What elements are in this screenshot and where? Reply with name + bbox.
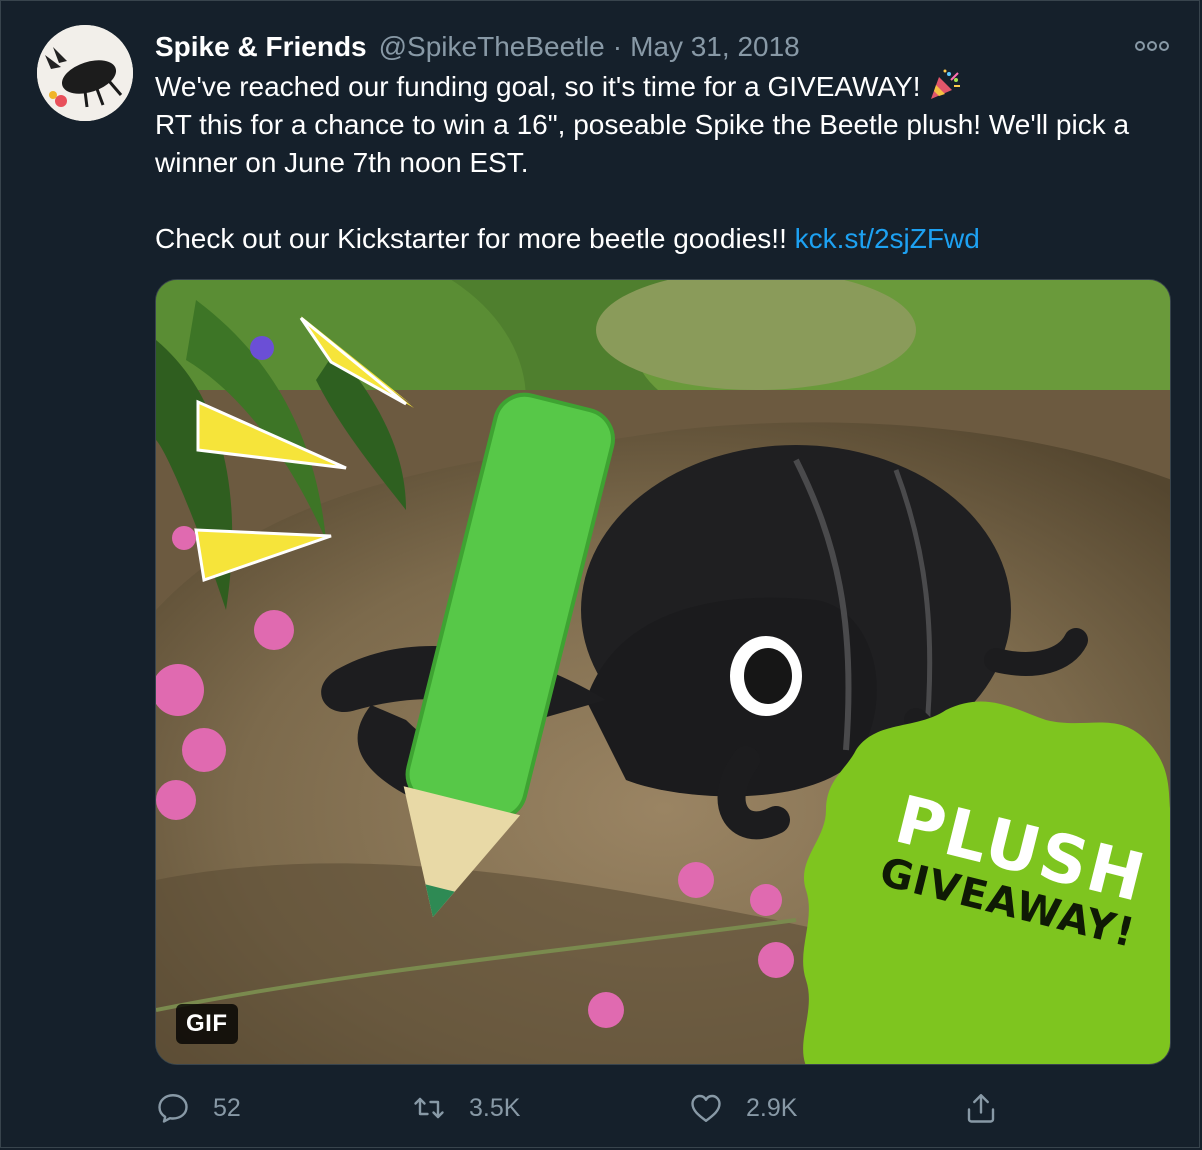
retweet-button[interactable]: 3.5K (411, 1086, 520, 1130)
tweet-text-line2: RT this for a chance to win a 16", posea… (155, 109, 1130, 178)
kickstarter-link[interactable]: kck.st/2sjZFwd (795, 223, 980, 254)
reply-count: 52 (213, 1093, 241, 1122)
tweet-text: We've reached our funding goal, so it's … (155, 68, 1155, 258)
user-handle[interactable]: @SpikeTheBeetle (379, 31, 605, 63)
tweet-date[interactable]: May 31, 2018 (630, 31, 800, 63)
share-icon (967, 1094, 995, 1123)
like-button[interactable]: 2.9K (688, 1086, 797, 1130)
tweet-text-line3: Check out our Kickstarter for more beetl… (155, 223, 787, 254)
heart-icon (691, 1094, 721, 1122)
media-gif[interactable]: PLUSH GIVEAWAY! GIF (155, 279, 1171, 1065)
more-dots-icon (1135, 41, 1169, 51)
like-count: 2.9K (746, 1093, 798, 1122)
reply-button[interactable]: 52 (155, 1086, 241, 1130)
retweet-icon (414, 1097, 444, 1119)
gif-badge: GIF (176, 1004, 238, 1044)
reply-icon (158, 1094, 188, 1123)
share-button[interactable] (963, 1086, 999, 1130)
tweet-text-line1: We've reached our funding goal, so it's … (155, 71, 921, 102)
tweet-card[interactable]: Spike & Friends @SpikeTheBeetle · May 31… (0, 0, 1202, 1150)
tweet-header: Spike & Friends @SpikeTheBeetle · May 31… (155, 27, 800, 67)
retweet-count: 3.5K (469, 1093, 521, 1122)
party-popper-icon (930, 69, 960, 99)
avatar-image (37, 25, 133, 121)
plush-photo (156, 280, 1170, 1064)
avatar[interactable] (37, 25, 133, 121)
separator-dot: · (612, 31, 623, 62)
tweet-actions: 52 3.5K 2.9K (155, 1086, 1055, 1130)
display-name[interactable]: Spike & Friends (155, 31, 367, 63)
more-options-button[interactable] (1134, 36, 1170, 56)
